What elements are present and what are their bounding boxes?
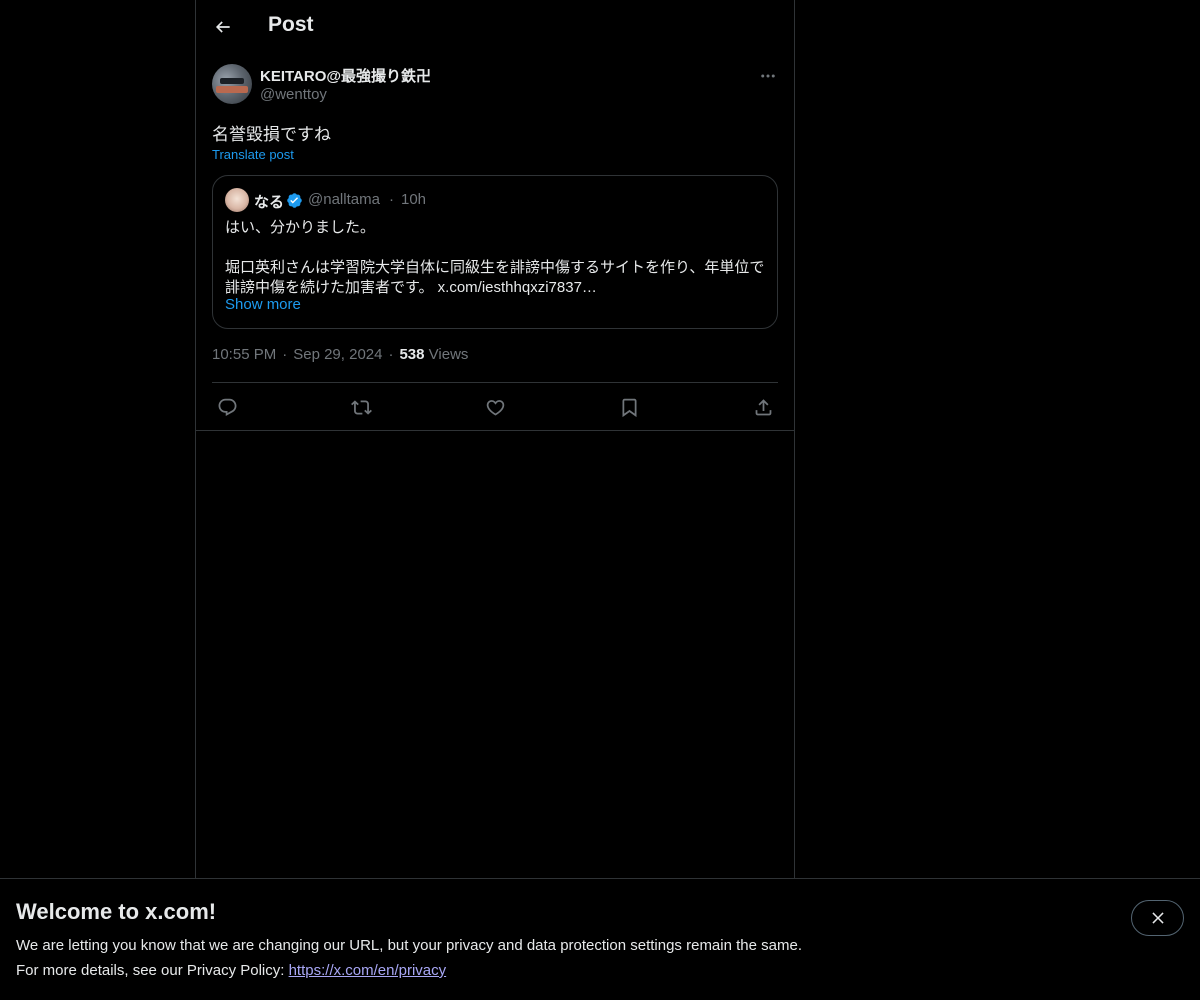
reply-button[interactable]: [212, 392, 242, 422]
quote-time: 10h: [401, 191, 427, 208]
heart-icon: [486, 399, 504, 416]
author-avatar[interactable]: [212, 64, 252, 104]
welcome-banner: Welcome to x.com! We are letting you kno…: [0, 878, 1200, 1000]
translate-post-link[interactable]: Translate post: [212, 147, 294, 162]
verified-badge-icon: [287, 193, 302, 208]
banner-text: We are letting you know that we are chan…: [16, 937, 802, 954]
close-banner-button[interactable]: [1131, 900, 1184, 936]
page-title: Post: [268, 13, 314, 36]
views-label: Views: [428, 346, 469, 363]
privacy-policy-link[interactable]: https://x.com/en/privacy: [289, 962, 447, 979]
author-name[interactable]: KEITARO@最強撮り鉄卍: [260, 65, 431, 86]
more-options-button[interactable]: [754, 62, 782, 90]
bookmark-button[interactable]: [614, 392, 644, 422]
views-count: 538: [399, 346, 425, 363]
repost-icon: [350, 399, 372, 415]
quote-text-line: 堀口英利さんは学習院大学自体に同級生を誹謗中傷するサイトを作り、年単位で: [225, 259, 765, 276]
banner-text: For more details, see our Privacy Policy…: [16, 962, 446, 979]
show-more-link[interactable]: Show more: [225, 296, 301, 313]
repost-button[interactable]: [346, 392, 376, 422]
post-time[interactable]: 10:55 PM: [212, 346, 276, 363]
action-bar: [212, 390, 778, 422]
share-button[interactable]: [748, 392, 778, 422]
quoted-post[interactable]: なる @nalltama · 10h はい、分かりました。 堀口英利さんは学習院…: [212, 175, 778, 329]
more-icon: [761, 74, 775, 78]
back-button[interactable]: [206, 10, 240, 44]
reply-icon: [218, 398, 236, 416]
divider: [212, 382, 778, 383]
quote-separator: ·: [389, 191, 394, 208]
primary-column: Post KEITARO@最強撮り鉄卍 @wenttoy 名誉毀損ですね Tra…: [195, 0, 795, 880]
post-date[interactable]: Sep 29, 2024: [293, 346, 382, 363]
quote-text-line: 誹謗中傷を続けた加害者です。 x.com/iesthhqxzi7837…: [225, 279, 597, 296]
quote-avatar: [225, 188, 249, 212]
divider: [196, 430, 794, 431]
post-meta: 10:55 PM · Sep 29, 2024 · 538 Views: [212, 346, 468, 363]
quote-author-name: なる: [254, 194, 285, 211]
share-icon: [755, 398, 771, 415]
post-header: Post: [196, 0, 794, 54]
close-icon: [1151, 912, 1164, 924]
banner-text-prefix: For more details, see our Privacy Policy…: [16, 962, 289, 979]
like-button[interactable]: [480, 392, 510, 422]
post-text: 名誉毀損ですね: [212, 125, 331, 144]
banner-title: Welcome to x.com!: [16, 899, 217, 924]
quote-author-handle: @nalltama: [308, 191, 380, 208]
bookmark-icon: [622, 398, 636, 417]
meta-separator: ·: [388, 346, 394, 363]
quote-text-line: はい、分かりました。: [225, 219, 376, 236]
arrow-left-icon: [215, 21, 230, 33]
meta-separator: ·: [282, 346, 288, 363]
author-handle[interactable]: @wenttoy: [260, 86, 327, 103]
